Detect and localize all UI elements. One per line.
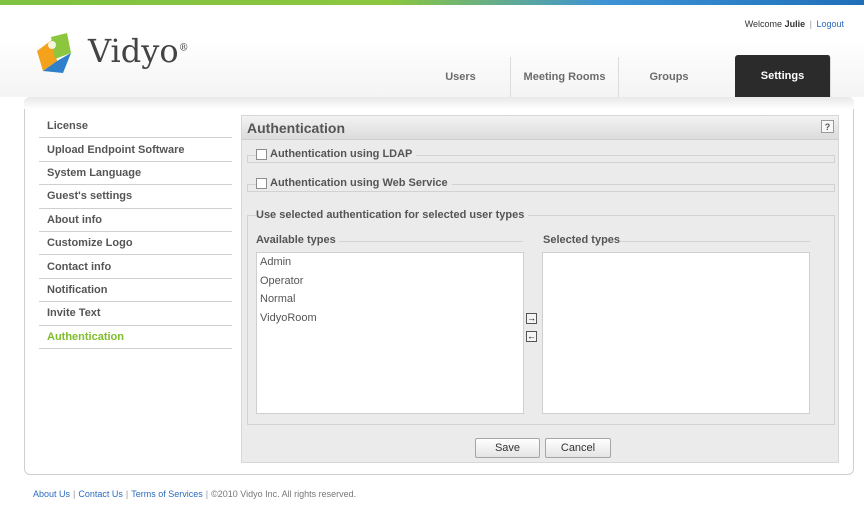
webservice-option: Authentication using Web Service — [256, 177, 452, 189]
tab-meeting-rooms[interactable]: Meeting Rooms — [511, 57, 619, 97]
available-types-header-line — [339, 241, 523, 242]
sidebar-item-customize-logo[interactable]: Customize Logo — [39, 232, 232, 256]
sidebar-item-upload-endpoint-software[interactable]: Upload Endpoint Software — [39, 138, 232, 162]
sidebar-item-invite-text[interactable]: Invite Text — [39, 302, 232, 326]
authentication-panel: Authentication ? Authentication using LD… — [241, 115, 839, 463]
welcome-bar: Welcome Julie | Logout — [745, 19, 844, 29]
list-item[interactable]: Admin — [257, 253, 523, 272]
ldap-checkbox[interactable] — [256, 148, 267, 160]
sidebar-item-notification[interactable]: Notification — [39, 279, 232, 303]
settings-sidebar: License Upload Endpoint Software System … — [39, 115, 232, 349]
welcome-text: Welcome — [744, 19, 783, 29]
logo-text: Vidyo® — [88, 32, 189, 70]
webservice-checkbox[interactable] — [256, 177, 267, 189]
webservice-label: Authentication using Web Service — [270, 177, 448, 189]
selected-types-header-line — [620, 241, 810, 242]
welcome-separator: | — [809, 19, 812, 29]
footer-contact-link[interactable]: Contact Us — [78, 489, 123, 499]
help-button[interactable]: ? — [821, 120, 834, 133]
list-item[interactable]: Operator — [257, 272, 523, 291]
selected-types-label: Selected types — [543, 234, 621, 246]
main-tabs: Users Meeting Rooms Groups Settings — [411, 55, 831, 97]
sidebar-item-contact-info[interactable]: Contact info — [39, 255, 232, 279]
panel-header: Authentication ? — [242, 116, 838, 140]
list-item[interactable]: VidyoRoom — [257, 309, 523, 328]
footer-separator: | — [73, 489, 76, 499]
footer-terms-link[interactable]: Terms of Services — [131, 489, 203, 499]
panel-title: Authentication — [247, 120, 345, 136]
logout-link[interactable]: Logout — [816, 19, 844, 29]
vidyo-logo-icon — [37, 33, 71, 73]
sidebar-item-system-language[interactable]: System Language — [39, 162, 232, 186]
selected-types-list[interactable] — [542, 252, 810, 414]
list-item[interactable]: Normal — [257, 290, 523, 309]
sidebar-item-guests-settings[interactable]: Guest's settings — [39, 185, 232, 209]
tab-settings[interactable]: Settings — [735, 55, 831, 97]
footer-separator: | — [205, 489, 209, 499]
tab-groups[interactable]: Groups — [619, 57, 719, 97]
user-types-label: Use selected authentication for selected… — [256, 209, 529, 221]
footer-separator: | — [125, 489, 129, 499]
footer-copyright: ©2010 Vidyo Inc. All rights reserved. — [211, 489, 357, 499]
ldap-option: Authentication using LDAP — [256, 148, 417, 160]
move-right-button[interactable]: → — [526, 313, 537, 324]
available-types-list[interactable]: Admin Operator Normal VidyoRoom — [256, 252, 524, 414]
save-button[interactable]: Save — [475, 438, 540, 458]
move-left-button[interactable]: ← — [526, 331, 537, 342]
sidebar-item-authentication[interactable]: Authentication — [39, 326, 232, 349]
vidyo-logo: Vidyo® — [33, 31, 213, 79]
cancel-button[interactable]: Cancel — [545, 438, 611, 458]
available-types-label: Available types — [256, 234, 336, 246]
sidebar-item-about-info[interactable]: About info — [39, 209, 232, 232]
sidebar-item-license[interactable]: License — [39, 115, 232, 139]
header: Welcome Julie | Logout Vidyo® Users Meet… — [0, 5, 864, 97]
content-frame-shade — [24, 97, 854, 109]
ldap-label: Authentication using LDAP — [270, 148, 413, 160]
footer: About Us | Contact Us | Terms of Services | ©2… — [33, 489, 356, 499]
footer-about-link[interactable]: About Us — [33, 489, 70, 499]
user-name: Julie — [784, 19, 806, 29]
tab-users[interactable]: Users — [411, 57, 511, 97]
